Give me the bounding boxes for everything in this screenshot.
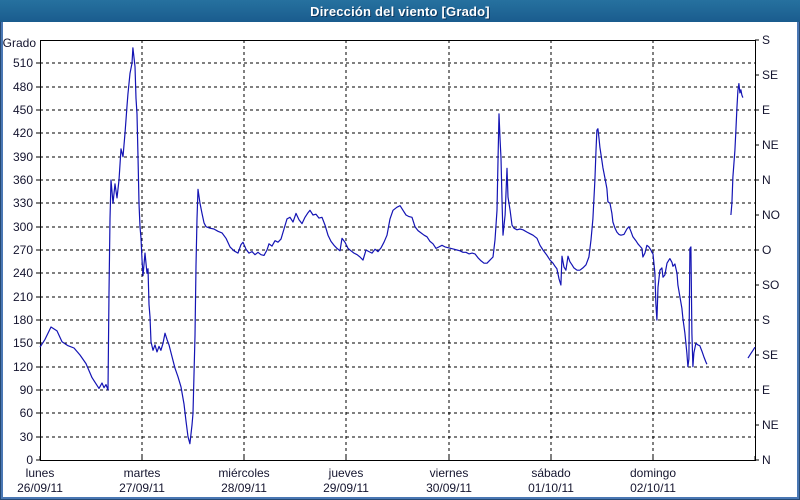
compass-label: N	[762, 173, 771, 187]
day-date-label: 30/09/11	[426, 481, 472, 495]
svg-text:120: 120	[13, 360, 33, 374]
title-bar: Dirección del viento [Grado]	[0, 0, 800, 22]
window-title: Dirección del viento [Grado]	[310, 4, 490, 19]
compass-label: SE	[762, 348, 778, 362]
compass-label: S	[762, 313, 770, 327]
day-date-label: 26/09/11	[17, 481, 63, 495]
svg-text:420: 420	[13, 126, 33, 140]
day-name-label: jueves	[328, 466, 364, 480]
compass-label: E	[762, 383, 770, 397]
compass-label: NO	[762, 208, 780, 222]
day-name-label: viernes	[430, 466, 469, 480]
wind-chart: 0 30 60 90 120 150 180 210 240 270 300 330 360 390 420…	[0, 0, 800, 500]
day-date-label: 01/10/11	[528, 481, 574, 495]
compass-label: O	[762, 243, 771, 257]
day-date-label: 27/09/11	[119, 481, 165, 495]
data-line	[731, 84, 743, 215]
svg-text:180: 180	[13, 313, 33, 327]
day-name-label: domingo	[630, 466, 676, 480]
day-date-label: 02/10/11	[630, 481, 676, 495]
svg-text:150: 150	[13, 336, 33, 350]
svg-text:30: 30	[20, 430, 34, 444]
day-name-label: sábado	[531, 466, 571, 480]
svg-text:330: 330	[13, 196, 33, 210]
wind-direction-window: 0 30 60 90 120 150 180 210 240 270 300 330 360 390 420…	[0, 0, 800, 500]
svg-text:210: 210	[13, 290, 33, 304]
compass-label: E	[762, 103, 770, 117]
x-axis: lunes26/09/11 martes27/09/11 miércoles28/0…	[17, 40, 755, 495]
svg-text:90: 90	[20, 383, 34, 397]
svg-text:270: 270	[13, 243, 33, 257]
data-line	[748, 347, 755, 358]
y-axis-title: Grado	[3, 36, 37, 50]
svg-text:240: 240	[13, 266, 33, 280]
compass-label: N	[762, 453, 771, 467]
day-date-label: 28/09/11	[221, 481, 267, 495]
day-name-label: lunes	[26, 466, 55, 480]
svg-text:300: 300	[13, 220, 33, 234]
y-axis-right: N NE E SE S SO O NO N NE E SE S	[755, 33, 780, 467]
compass-label: SO	[762, 278, 779, 292]
compass-label: NE	[762, 418, 779, 432]
svg-text:60: 60	[20, 406, 34, 420]
compass-label: NE	[762, 138, 779, 152]
compass-label: S	[762, 33, 770, 47]
day-date-label: 29/09/11	[323, 481, 369, 495]
svg-text:480: 480	[13, 80, 33, 94]
svg-text:450: 450	[13, 103, 33, 117]
svg-text:510: 510	[13, 56, 33, 70]
day-name-label: martes	[124, 466, 161, 480]
day-name-label: miércoles	[218, 466, 269, 480]
data-line	[40, 48, 707, 444]
svg-text:0: 0	[26, 453, 33, 467]
wind-direction-series	[40, 48, 755, 444]
svg-text:390: 390	[13, 150, 33, 164]
svg-text:360: 360	[13, 173, 33, 187]
compass-label: SE	[762, 68, 778, 82]
